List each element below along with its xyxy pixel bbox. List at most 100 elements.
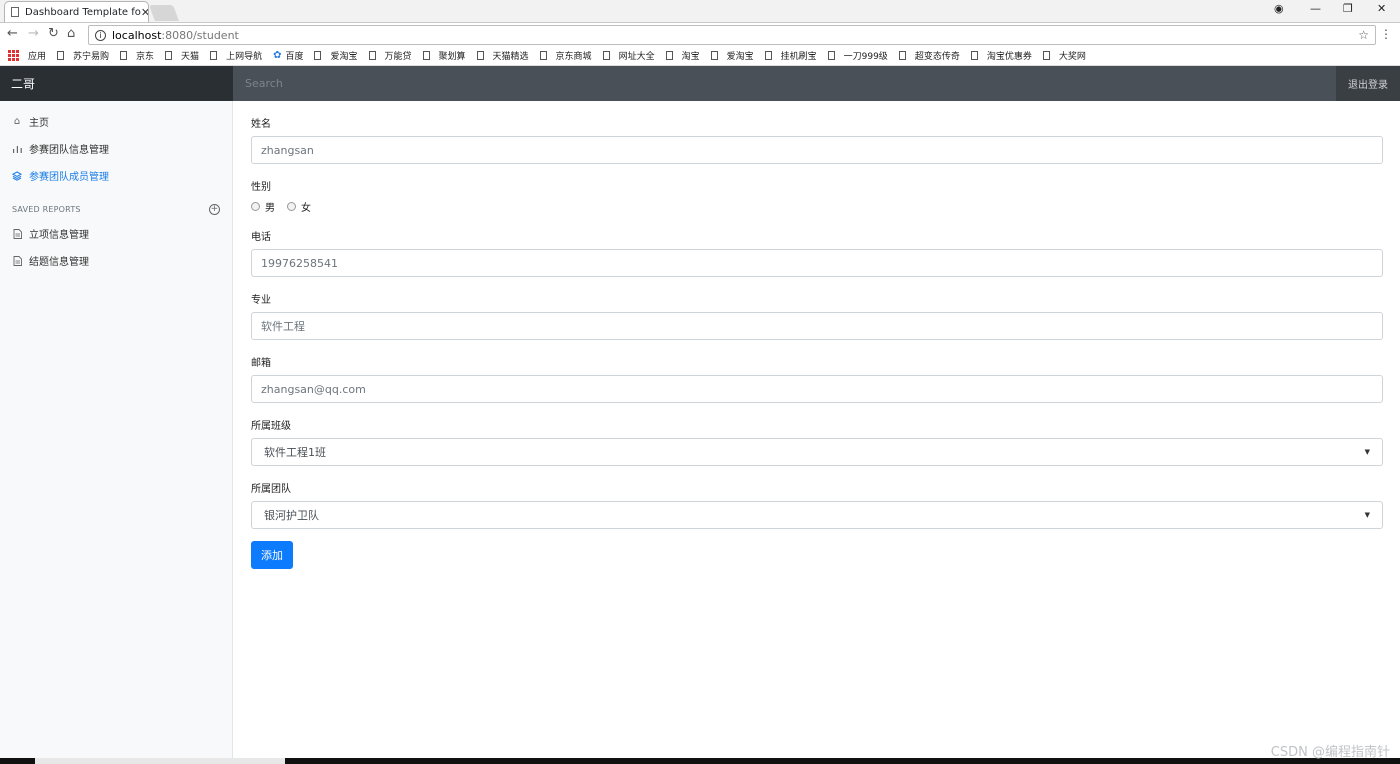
- layers-icon: [12, 170, 22, 181]
- dropdown-caret-icon: ▼: [1364, 511, 1370, 519]
- bookmark-label: 天猫: [181, 52, 200, 62]
- back-icon[interactable]: ←: [7, 26, 18, 41]
- page-icon: [764, 51, 772, 60]
- radio-circle[interactable]: [251, 202, 260, 211]
- email-label: 邮箱: [251, 358, 271, 369]
- bookmark-item[interactable]: 超变态传奇: [898, 49, 960, 62]
- sidebar-item-project-info[interactable]: 立项信息管理: [0, 220, 232, 247]
- url-input[interactable]: i localhost:8080/student ☆: [88, 25, 1376, 45]
- bar-chart-icon: [12, 144, 22, 154]
- saved-reports-heading: SAVED REPORTS +: [0, 198, 232, 220]
- account-icon[interactable]: ◉: [1274, 2, 1284, 15]
- brand-logo[interactable]: 二哥: [0, 66, 233, 101]
- browser-menu-icon[interactable]: ⋮: [1380, 27, 1392, 41]
- baidu-paw-icon: ✿: [273, 50, 282, 61]
- team-select[interactable]: 银河护卫队 ▼: [251, 501, 1383, 529]
- new-tab-button[interactable]: [149, 5, 179, 21]
- phone-input[interactable]: [251, 249, 1383, 277]
- reload-icon[interactable]: ↻: [48, 26, 59, 41]
- close-tab-icon[interactable]: ✕: [141, 6, 148, 19]
- bookmark-item[interactable]: 上网导航: [210, 49, 262, 62]
- phone-label: 电话: [251, 232, 271, 243]
- page-icon: [539, 51, 547, 60]
- page-icon: [314, 51, 322, 60]
- site-info-icon[interactable]: i: [95, 29, 106, 41]
- name-input[interactable]: [251, 136, 1383, 164]
- bookmark-label: 百度: [285, 52, 304, 62]
- bookmark-item[interactable]: 爱淘宝: [314, 49, 358, 62]
- bookmark-item[interactable]: 挂机刷宝: [764, 49, 817, 62]
- bookmark-item[interactable]: 苏宁易购: [57, 49, 109, 62]
- minimize-icon[interactable]: —: [1310, 2, 1321, 15]
- url-path: :8080/student: [161, 28, 239, 42]
- close-window-icon[interactable]: ✕: [1377, 2, 1386, 15]
- sidebar-item-home[interactable]: ⌂ 主页: [0, 108, 232, 135]
- sidebar-item-closing-info[interactable]: 结题信息管理: [0, 247, 232, 274]
- class-select[interactable]: 软件工程1班 ▼: [251, 438, 1383, 466]
- bookmarks-bar: 应用 苏宁易购 京东 天猫 上网导航 ✿ 百度 爱淘宝 万能贷 聚划算 天猫精选 京东商城 网址大全 淘宝…: [0, 46, 1400, 66]
- search-input[interactable]: [233, 66, 1336, 101]
- bookmark-item[interactable]: 一刀999级: [827, 49, 888, 62]
- class-label: 所属班级: [251, 421, 291, 432]
- page-icon: [665, 51, 673, 60]
- page-icon: [120, 51, 128, 60]
- os-taskbar: [0, 758, 1400, 764]
- taskbar-item[interactable]: [35, 758, 285, 764]
- gender-male-radio[interactable]: 男: [251, 199, 275, 214]
- sidebar-item-team-info[interactable]: 参赛团队信息管理: [0, 135, 232, 162]
- bookmark-item[interactable]: 天猫: [165, 49, 199, 62]
- add-report-icon[interactable]: +: [209, 203, 220, 215]
- restore-icon[interactable]: ❐: [1343, 2, 1353, 15]
- sidebar-item-team-members[interactable]: 参赛团队成员管理: [0, 162, 232, 189]
- radio-label: 女: [301, 203, 311, 214]
- home-browser-icon[interactable]: ⌂: [67, 26, 75, 41]
- bookmark-item[interactable]: 大奖网: [1042, 49, 1086, 62]
- class-selected-value: 软件工程1班: [264, 446, 326, 459]
- bookmark-label: 苏宁易购: [73, 52, 110, 62]
- sidebar-item-label: 参赛团队信息管理: [29, 145, 109, 156]
- bookmark-item[interactable]: 爱淘宝: [710, 49, 754, 62]
- bookmark-item[interactable]: 淘宝优惠券: [970, 49, 1032, 62]
- bookmark-label: 淘宝: [681, 52, 700, 62]
- home-icon: ⌂: [13, 116, 21, 127]
- major-input[interactable]: [251, 312, 1383, 340]
- browser-tab-strip: Dashboard Template fo ✕ ◉ — ❐ ✕: [0, 0, 1400, 22]
- bookmark-item[interactable]: 万能贷: [368, 49, 412, 62]
- address-bar-row: ← → ↻ ⌂ i localhost:8080/student ☆ ⋮: [0, 22, 1400, 46]
- bookmark-item[interactable]: 京东商城: [539, 49, 592, 62]
- watermark: CSDN @编程指南针: [1270, 745, 1390, 760]
- browser-tab[interactable]: Dashboard Template fo ✕: [4, 1, 149, 22]
- bookmark-item[interactable]: 聚划算: [422, 49, 466, 62]
- name-label: 姓名: [251, 119, 271, 130]
- page-icon: [827, 51, 835, 60]
- forward-icon[interactable]: →: [28, 26, 39, 41]
- bookmark-item[interactable]: 网址大全: [602, 49, 655, 62]
- radio-circle[interactable]: [287, 202, 296, 211]
- student-form: 姓名 性别 男 女 电话 专业 邮箱 所属班级 软件工程1班 ▼ 所属团队 银河…: [251, 101, 1383, 569]
- page-icon: [602, 51, 610, 60]
- team-selected-value: 银河护卫队: [264, 509, 319, 522]
- gender-radio-group: 男 女: [251, 199, 1383, 214]
- bookmark-label: 京东商城: [555, 52, 592, 62]
- bookmark-label: 爱淘宝: [726, 52, 754, 62]
- bookmark-label: 淘宝优惠券: [986, 52, 1032, 62]
- bookmark-label: 一刀999级: [843, 52, 888, 62]
- bookmark-item[interactable]: 淘宝: [665, 49, 700, 62]
- page-icon: [898, 51, 906, 60]
- bookmark-item[interactable]: 应用: [8, 49, 46, 62]
- sidebar-item-label: 结题信息管理: [29, 257, 89, 268]
- bookmark-star-icon[interactable]: ☆: [1358, 28, 1369, 42]
- bookmark-label: 天猫精选: [492, 52, 529, 62]
- gender-female-radio[interactable]: 女: [287, 199, 311, 214]
- bookmark-item[interactable]: ✿ 百度: [273, 49, 303, 62]
- team-label: 所属团队: [251, 484, 291, 495]
- page-icon: [165, 51, 173, 60]
- email-input[interactable]: [251, 375, 1383, 403]
- bookmark-item[interactable]: 京东: [120, 49, 154, 62]
- signout-button[interactable]: 退出登录: [1336, 66, 1400, 101]
- file-text-icon: [12, 255, 22, 266]
- add-button[interactable]: 添加: [251, 541, 293, 569]
- page-icon: [11, 7, 19, 17]
- bookmark-item[interactable]: 天猫精选: [476, 49, 529, 62]
- bookmark-label: 应用: [28, 52, 47, 62]
